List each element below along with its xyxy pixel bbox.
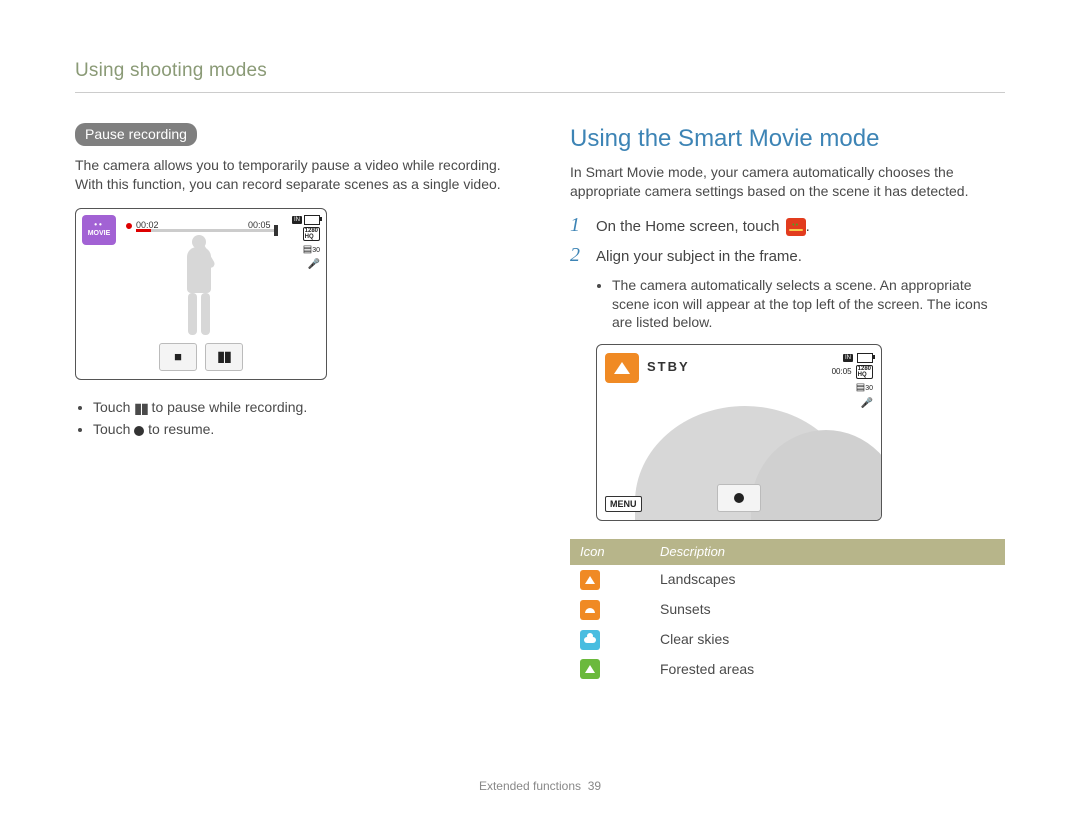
record-button[interactable] <box>717 484 761 512</box>
subject-silhouette <box>174 235 224 345</box>
movie-chip-label: MOVIE <box>88 229 111 238</box>
step2-sub-bullets: The camera automatically selects a scene… <box>570 276 1005 333</box>
table-head-icon: Icon <box>570 539 650 565</box>
progress-end-tick <box>274 225 278 236</box>
bullet-pause: Touch ▮▮ to pause while recording. <box>93 398 510 418</box>
step-number-2: 2 <box>570 245 586 265</box>
standby-label: STBY <box>647 358 690 376</box>
menu-button[interactable]: MENU <box>605 496 642 512</box>
row-label-forested: Forested areas <box>650 655 1005 684</box>
row-label-sunsets: Sunsets <box>650 594 1005 625</box>
smart-movie-intro: In Smart Movie mode, your camera automat… <box>570 163 1005 201</box>
pause-recording-pill: Pause recording <box>75 123 197 146</box>
scene-icon-table: Icon Description Landscapes Sunsets Clea… <box>570 539 1005 683</box>
table-row: Clear skies <box>570 625 1005 655</box>
landscape-icon <box>580 570 600 590</box>
record-icon <box>134 426 144 436</box>
table-row: Sunsets <box>570 594 1005 625</box>
control-buttons-row: ■ ▮▮ <box>159 343 243 371</box>
clear-skies-icon <box>580 630 600 650</box>
movie-mode-chip: •• MOVIE <box>82 215 116 245</box>
resolution-icon: 1280 HQ <box>303 227 320 241</box>
pause-recording-description: The camera allows you to temporarily pau… <box>75 156 510 194</box>
table-row: Forested areas <box>570 655 1005 684</box>
left-column: Pause recording The camera allows you to… <box>75 123 510 683</box>
smart-movie-screen-illustration: STBY IN 00:05 1280 HQ ▤30 🎤 <box>596 344 882 521</box>
right-column: Using the Smart Movie mode In Smart Movi… <box>570 123 1005 683</box>
storage-in-icon-2: IN <box>843 354 853 362</box>
battery-icon-2 <box>857 353 873 363</box>
progress-bar <box>136 229 276 232</box>
microphone-icon: 🎤 <box>308 258 320 272</box>
progress-fill <box>136 229 151 232</box>
row-label-clear-skies: Clear skies <box>650 625 1005 655</box>
page-header: Using shooting modes <box>75 60 1005 82</box>
step-number-1: 1 <box>570 215 586 235</box>
content-columns: Pause recording The camera allows you to… <box>75 123 1005 683</box>
step-2: 2 Align your subject in the frame. <box>570 245 1005 267</box>
pause-icon: ▮▮ <box>134 399 147 418</box>
stop-button[interactable]: ■ <box>159 343 197 371</box>
page-footer: Extended functions 39 <box>0 779 1080 793</box>
pause-instructions-list: Touch ▮▮ to pause while recording. Touch… <box>75 398 510 440</box>
forested-areas-icon <box>580 659 600 679</box>
steps-list: 1 On the Home screen, touch ••. 2 Align … <box>570 215 1005 268</box>
step-1: 1 On the Home screen, touch ••. <box>570 215 1005 237</box>
resolution-icon-2: 1280 HQ <box>856 365 873 379</box>
pause-button[interactable]: ▮▮ <box>205 343 243 371</box>
scene-detection-note: The camera automatically selects a scene… <box>612 276 1005 333</box>
landscape-scene-icon <box>605 353 639 383</box>
sunset-icon <box>580 600 600 620</box>
standby-time: 00:05 <box>832 367 852 378</box>
smart-movie-title: Using the Smart Movie mode <box>570 123 1005 155</box>
memory-card-icon: ▤30 <box>303 243 320 257</box>
table-row: Landscapes <box>570 565 1005 594</box>
recording-screen-illustration: •• MOVIE 00:02 00:05 IN 1280 HQ ▤30 <box>75 208 327 380</box>
status-icons-column: IN 1280 HQ ▤30 🎤 <box>292 215 320 272</box>
header-rule <box>75 92 1005 93</box>
movie-chip-dots: •• <box>94 221 104 229</box>
row-label-landscapes: Landscapes <box>650 565 1005 594</box>
table-head-description: Description <box>650 539 1005 565</box>
record-indicator-icon <box>126 223 132 229</box>
bullet-resume: Touch to resume. <box>93 420 510 439</box>
battery-icon <box>304 215 320 225</box>
storage-in-icon: IN <box>292 216 302 224</box>
smart-movie-app-icon: •• <box>786 218 806 236</box>
